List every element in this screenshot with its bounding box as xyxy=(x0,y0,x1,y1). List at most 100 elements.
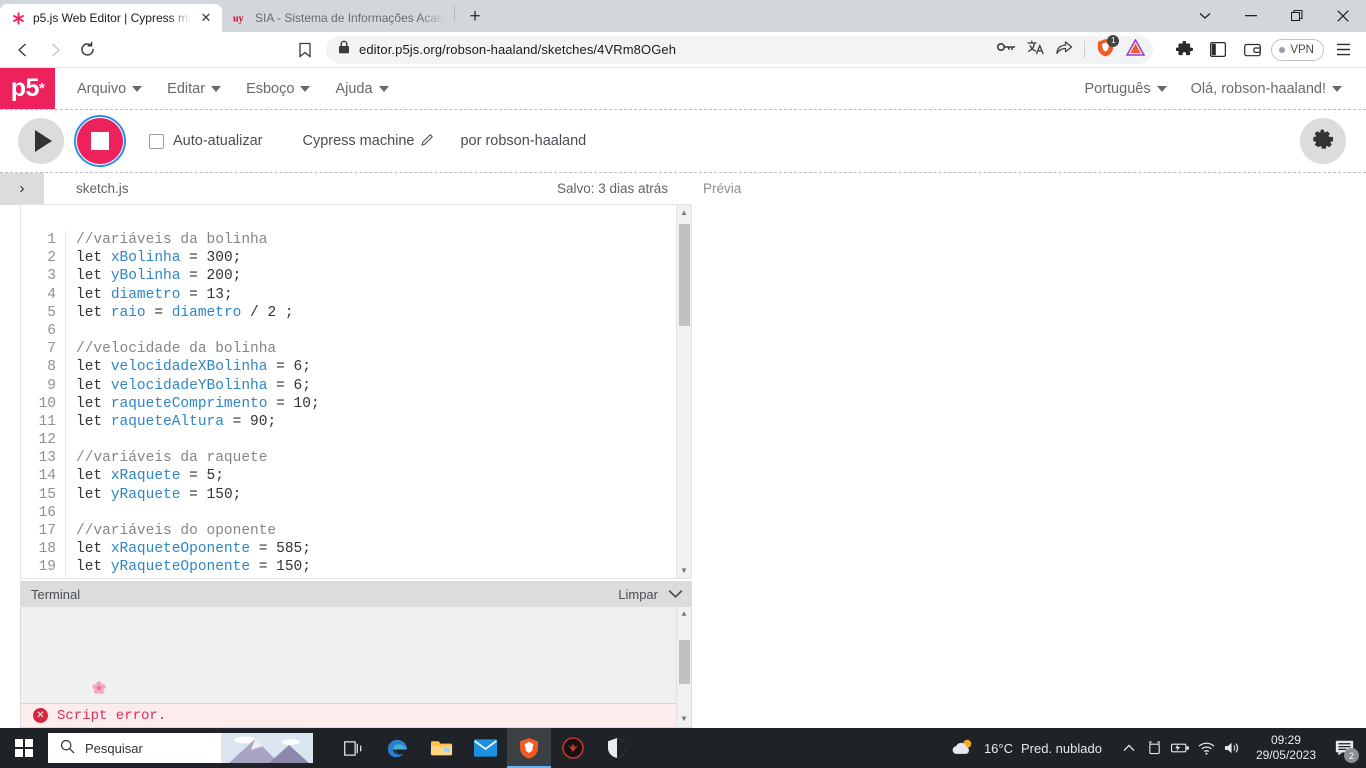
brave-shields-icon[interactable]: 1 xyxy=(1096,34,1120,62)
system-tray: 16°C Pred. nublado 09:29 29/05/2023 2 xyxy=(950,728,1366,768)
maximize-button[interactable] xyxy=(1274,0,1320,32)
scroll-thumb[interactable] xyxy=(679,640,690,684)
devices-icon[interactable] xyxy=(1142,728,1168,768)
code-line[interactable]: let yRaquete = 150; xyxy=(76,486,691,504)
sidebar-toggle-button[interactable]: › xyxy=(0,172,44,205)
stop-button[interactable] xyxy=(74,115,126,167)
account-menu[interactable]: Olá, robson-haaland! xyxy=(1181,77,1352,101)
chevron-up-icon[interactable] xyxy=(1116,728,1142,768)
search-input[interactable]: Pesquisar xyxy=(48,733,313,763)
edge-icon[interactable] xyxy=(375,728,419,768)
code-line[interactable]: let raio = diametro / 2 ; xyxy=(76,304,691,322)
p5-navbar-right: Português Olá, robson-haaland! xyxy=(1074,68,1366,109)
scroll-up-arrow[interactable]: ▲ xyxy=(677,607,692,622)
menu-arquivo-label: Arquivo xyxy=(77,80,127,97)
editor-scrollbar[interactable]: ▲ ▼ xyxy=(676,205,691,578)
scroll-up-arrow[interactable]: ▲ xyxy=(677,205,692,220)
translate-icon[interactable] xyxy=(1027,40,1045,60)
code-line[interactable]: let yBolinha = 200; xyxy=(76,267,691,285)
code-line[interactable]: let velocidadeYOponente xyxy=(76,577,691,579)
back-icon[interactable] xyxy=(8,36,38,64)
code-line[interactable]: let yRaqueteOponente = 150; xyxy=(76,558,691,576)
menu-esboco[interactable]: Esboço xyxy=(236,77,320,101)
code-line[interactable]: let raqueteComprimento = 10; xyxy=(76,395,691,413)
windows-logo xyxy=(15,739,33,757)
auto-refresh-checkbox[interactable] xyxy=(149,133,164,149)
menu-ajuda[interactable]: Ajuda xyxy=(325,77,398,101)
taskbar-clock[interactable]: 09:29 29/05/2023 xyxy=(1246,733,1326,763)
code-line[interactable]: let diametro = 13; xyxy=(76,286,691,304)
menu-editar[interactable]: Editar xyxy=(157,77,231,101)
weather-widget[interactable]: 16°C Pred. nublado xyxy=(950,738,1116,759)
address-bar[interactable]: editor.p5js.org/robson-haaland/sketches/… xyxy=(326,34,1154,64)
code-line[interactable]: let velocidadeXBolinha = 6; xyxy=(76,358,691,376)
scroll-track[interactable] xyxy=(677,220,691,563)
file-name-label[interactable]: sketch.js xyxy=(76,181,129,196)
share-icon[interactable] xyxy=(1056,40,1073,60)
code-line[interactable]: let xRaqueteOponente = 585; xyxy=(76,540,691,558)
code-line[interactable]: //velocidade da bolinha xyxy=(76,340,691,358)
code-line[interactable] xyxy=(76,322,691,340)
sidebar-icon[interactable] xyxy=(1203,36,1233,64)
notification-center-button[interactable]: 2 xyxy=(1326,728,1362,768)
chevron-down-icon[interactable] xyxy=(668,587,683,602)
settings-button[interactable] xyxy=(1300,118,1346,164)
browser-tab-inactive[interactable]: uy SIA - Sistema de Informações Acadêmi xyxy=(222,4,454,32)
terminal-scrollbar[interactable]: ▲ ▼ xyxy=(676,607,691,727)
code-line[interactable]: let xBolinha = 300; xyxy=(76,249,691,267)
wifi-icon[interactable] xyxy=(1194,728,1220,768)
file-bar: › sketch.js Salvo: 3 dias atrás Prévia xyxy=(0,172,1366,205)
close-icon[interactable]: ✕ xyxy=(198,10,214,26)
volume-icon[interactable] xyxy=(1220,728,1246,768)
battery-icon[interactable] xyxy=(1168,728,1194,768)
sketch-name[interactable]: Cypress machine xyxy=(302,133,434,150)
security-icon[interactable] xyxy=(595,728,639,768)
code-line[interactable]: //variáveis da bolinha xyxy=(76,231,691,249)
password-key-icon[interactable] xyxy=(997,40,1016,59)
reload-icon[interactable] xyxy=(72,36,102,64)
auto-refresh-control[interactable]: Auto-atualizar xyxy=(149,133,262,149)
tab-list-icon[interactable] xyxy=(1182,0,1228,32)
code-editor[interactable]: 1234567891011121314151617181920 //variáv… xyxy=(20,204,692,579)
code-line[interactable]: let xRaquete = 5; xyxy=(76,467,691,485)
terminal-body[interactable]: p5.js says: p5 had problems creating the… xyxy=(21,607,691,727)
p5-logo[interactable]: p5 * xyxy=(0,68,55,109)
pencil-edit-icon[interactable] xyxy=(421,133,434,150)
scroll-down-arrow[interactable]: ▼ xyxy=(677,712,692,727)
new-tab-button[interactable]: + xyxy=(461,3,489,31)
task-view-icon[interactable] xyxy=(331,728,375,768)
brave-rewards-icon[interactable] xyxy=(1126,37,1146,61)
language-selector[interactable]: Português xyxy=(1074,77,1176,101)
code-line[interactable]: //variáveis da raquete xyxy=(76,449,691,467)
scroll-thumb[interactable] xyxy=(679,224,690,326)
brave-icon[interactable] xyxy=(507,728,551,768)
code-line[interactable]: let raqueteAltura = 90; xyxy=(76,413,691,431)
wallet-icon[interactable] xyxy=(1237,36,1267,64)
code-line[interactable]: let velocidadeYBolinha = 6; xyxy=(76,377,691,395)
code-line[interactable] xyxy=(76,504,691,522)
close-window-button[interactable] xyxy=(1320,0,1366,32)
browser-tab-active[interactable]: p5.js Web Editor | Cypress machine ✕ xyxy=(0,4,222,32)
terminal-error-text: Script error. xyxy=(57,707,167,724)
line-number: 14 xyxy=(38,468,56,485)
file-explorer-icon[interactable] xyxy=(419,728,463,768)
vpn-button[interactable]: VPN xyxy=(1271,38,1324,61)
mail-icon[interactable] xyxy=(463,728,507,768)
world-of-warcraft-icon[interactable] xyxy=(551,728,595,768)
minimize-button[interactable] xyxy=(1228,0,1274,32)
tab-separator xyxy=(454,5,455,21)
code-content[interactable]: //variáveis da bolinha let xBolinha = 300… xyxy=(65,231,691,578)
weather-desc: Pred. nublado xyxy=(1020,740,1102,756)
code-area[interactable]: 1234567891011121314151617181920 //variáv… xyxy=(21,205,691,578)
code-line[interactable]: //variáveis do oponente xyxy=(76,522,691,540)
menu-arquivo[interactable]: Arquivo xyxy=(67,77,152,101)
code-line[interactable] xyxy=(76,431,691,449)
windows-start-icon[interactable] xyxy=(0,728,48,768)
scroll-down-arrow[interactable]: ▼ xyxy=(677,563,692,578)
extensions-icon[interactable] xyxy=(1169,36,1199,64)
browser-menu-icon[interactable] xyxy=(1328,36,1358,64)
play-button[interactable] xyxy=(18,118,64,164)
bookmark-icon[interactable] xyxy=(290,36,320,64)
terminal-clear-button[interactable]: Limpar xyxy=(618,587,658,602)
scroll-track[interactable] xyxy=(677,622,691,712)
